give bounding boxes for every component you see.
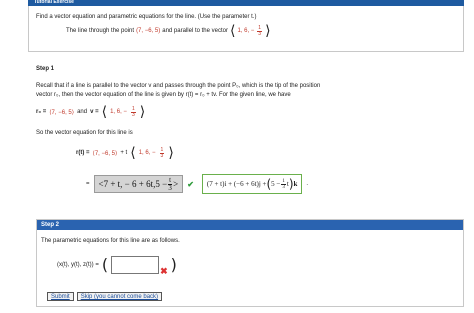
step2-text: The parametric equations for this line a… bbox=[41, 238, 180, 244]
given-vector: 1, 6, − bbox=[237, 28, 255, 34]
r0-v-definitions: r₀ = ⟨7, −6, 5⟩ and v = ⟨ 1, 6, − 13 ⟩ bbox=[36, 105, 145, 119]
answer-text: <7 + t, − 6 + 6t,5 − bbox=[98, 179, 168, 189]
r0-value: ⟨7, −6, 5⟩ bbox=[49, 109, 75, 116]
left-angle-icon: ⟨ bbox=[130, 145, 136, 161]
right-angle-icon: ⟩ bbox=[265, 23, 271, 39]
parallel-text: and parallel to the vector bbox=[162, 28, 228, 34]
left-angle-icon: ⟨ bbox=[229, 23, 236, 39]
so-vector-text: So the vector equation for this line is bbox=[36, 130, 133, 136]
step1-paragraph-2: vector r₀, then the vector equation of t… bbox=[36, 92, 291, 98]
left-paren: ( bbox=[101, 255, 109, 274]
expanded-part-2: 5 − bbox=[271, 180, 281, 188]
submit-button[interactable]: Submit bbox=[47, 292, 74, 301]
check-icon: ✔ bbox=[187, 179, 194, 189]
right-angle-icon: ⟩ bbox=[168, 145, 174, 161]
expanded-answer: (7 + t)i + (−6 + 6t)j + ( 5 − 13 t ) k bbox=[201, 174, 303, 194]
given-point: (7, −6, 5) bbox=[136, 28, 161, 34]
problem-line: The line through the point (7, −6, 5) an… bbox=[66, 24, 271, 38]
expanded-part-4: k bbox=[293, 180, 298, 188]
v-fraction: 13 bbox=[130, 105, 136, 118]
line-text: The line through the point bbox=[66, 28, 135, 34]
step1-label: Step 1 bbox=[36, 66, 55, 72]
period: . bbox=[306, 181, 309, 187]
step2-panel: Step 2 The parametric equations for this… bbox=[36, 219, 464, 307]
left-angle-icon: ⟨ bbox=[101, 104, 108, 120]
rt-label: r(t) = bbox=[76, 150, 90, 156]
v-label: v = bbox=[90, 109, 99, 115]
parametric-input[interactable] bbox=[111, 255, 160, 274]
button-row: Submit Skip (you cannot come back) bbox=[47, 292, 163, 301]
x-icon: ✖ bbox=[160, 266, 168, 276]
rt-fraction: 13 bbox=[159, 146, 165, 159]
parametric-row: (x(t), y(t), z(t)) = ( ✖ ) bbox=[57, 252, 177, 277]
expanded-part-1: (7 + t)i + (−6 + 6t)j + bbox=[206, 180, 267, 188]
rt-plus: + t bbox=[120, 150, 128, 156]
vector-equation: r(t) = ⟨7, −6, 5⟩ + t ⟨ 1, 6, − 13 ⟩ bbox=[76, 146, 174, 160]
rt-vector: 1, 6, − bbox=[138, 150, 156, 156]
xyz-label: (x(t), y(t), z(t)) = bbox=[57, 261, 99, 268]
vector-fraction: 13 bbox=[257, 24, 263, 37]
answer-close: > bbox=[173, 179, 179, 189]
expanded-fraction: 13 bbox=[281, 178, 286, 190]
r0-label: r₀ = bbox=[36, 109, 47, 115]
step1-paragraph-1: Recall that if a line is parallel to the… bbox=[36, 83, 321, 89]
step2-label: Step 2 bbox=[37, 220, 463, 230]
answer-fraction: t3 bbox=[168, 175, 173, 192]
problem-prompt: Find a vector equation and parametric eq… bbox=[36, 14, 257, 20]
answer-input[interactable]: <7 + t, − 6 + 6t,5 − t3 > bbox=[93, 175, 184, 193]
v-value: 1, 6, − bbox=[110, 109, 127, 115]
rt-point: ⟨7, −6, 5⟩ bbox=[92, 150, 118, 157]
right-paren: ) bbox=[170, 255, 177, 274]
skip-button[interactable]: Skip (you cannot come back) bbox=[76, 292, 163, 301]
right-angle-icon: ⟩ bbox=[139, 104, 146, 120]
and-text: and bbox=[77, 109, 88, 115]
answer-row: = <7 + t, − 6 + 6t,5 − t3 > ✔ (7 + t)i +… bbox=[86, 174, 308, 194]
equals-sign: = bbox=[86, 181, 90, 187]
